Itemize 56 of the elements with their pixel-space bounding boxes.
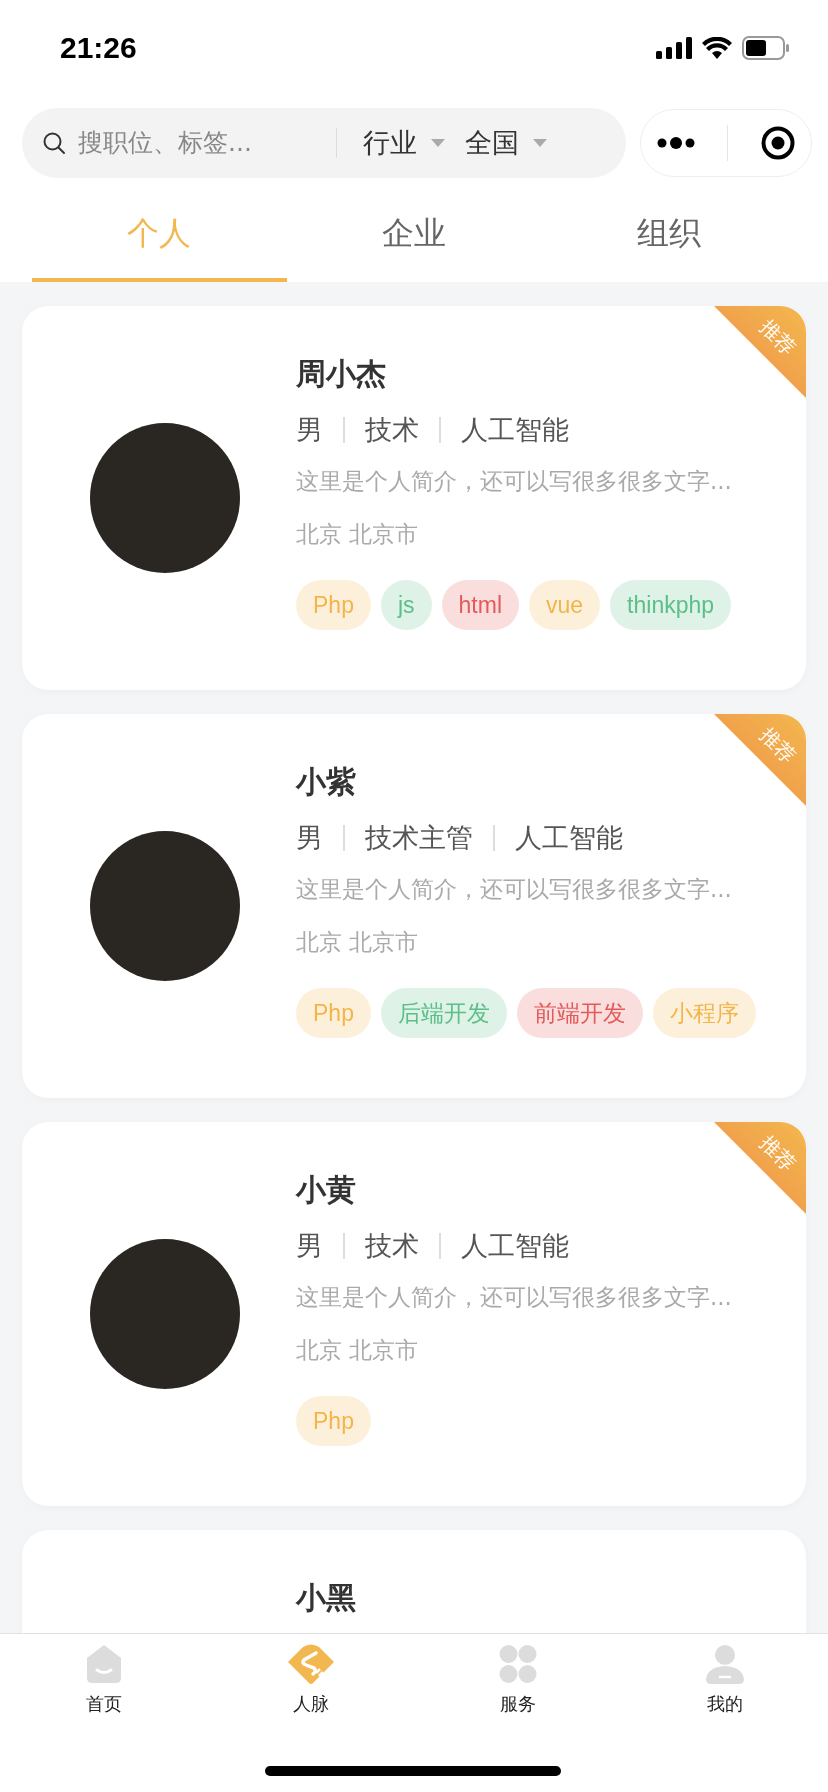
category-tab[interactable]: 组织	[541, 190, 796, 282]
person-attribute: 男	[296, 1229, 323, 1263]
search-field[interactable]: 搜职位、标签... 行业 全国	[22, 107, 626, 178]
person-attribute: 技术	[365, 1229, 419, 1263]
person-attribute: 人工智能	[461, 413, 569, 447]
person-intro: 这里是个人简介，还可以写很多很多文字...	[296, 467, 732, 496]
recommend-ribbon: 推荐	[714, 1122, 806, 1214]
recommend-ribbon: 推荐	[714, 306, 806, 398]
person-name: 小黄	[296, 1171, 356, 1209]
skill-tag: Php	[296, 1396, 371, 1446]
person-name: 小黑	[296, 1579, 356, 1617]
person-location: 北京 北京市	[296, 520, 419, 549]
person-name: 小紫	[296, 763, 356, 801]
person-attribute: 技术	[365, 413, 419, 447]
skill-tag: html	[441, 580, 519, 630]
person-location: 北京 北京市	[296, 928, 419, 957]
category-tab[interactable]: 企业	[286, 190, 542, 282]
person-attribute: 男	[296, 821, 323, 855]
person-card[interactable]: 小紫 男 技术主管 人工智能 这里是个人简介，还可以写很多很多文字... 北京 北京市 Php 后端开发 前端开发 小程序 推荐	[22, 714, 806, 1098]
nav-tab[interactable]: 首页	[0, 1634, 207, 1734]
skill-tag: 后端开发	[380, 988, 507, 1038]
skill-tag: js	[380, 580, 432, 630]
battery-icon	[742, 35, 790, 60]
skill-tag: Php	[296, 580, 371, 630]
person-location: 北京 北京市	[296, 1336, 419, 1365]
caret-icon	[533, 138, 547, 147]
skill-tag: Php	[296, 988, 371, 1038]
wifi-icon	[702, 36, 732, 59]
person-intro: 这里是个人简介，还可以写很多很多文字...	[296, 1283, 732, 1312]
person-attribute: 人工智能	[515, 821, 623, 855]
person-icon	[704, 1644, 745, 1684]
person-card[interactable]: 小黑	[22, 1530, 806, 1633]
nav-tab[interactable]: 人脉	[207, 1634, 414, 1734]
search-icon	[42, 130, 66, 155]
signal-icon	[656, 36, 692, 59]
more-icon[interactable]	[657, 136, 696, 149]
person-intro: 这里是个人简介，还可以写很多很多文字...	[296, 875, 732, 904]
recommend-ribbon: 推荐	[714, 714, 806, 806]
nav-tab[interactable]: 服务	[414, 1634, 621, 1734]
caret-icon	[431, 138, 445, 147]
skill-tag: thinkphp	[610, 580, 732, 630]
person-name: 周小杰	[296, 355, 386, 393]
nav-tab[interactable]: 我的	[621, 1634, 828, 1734]
skill-tag: 前端开发	[516, 988, 643, 1038]
grid-icon	[498, 1644, 537, 1684]
skill-tag: 小程序	[652, 988, 756, 1038]
person-card[interactable]: 小黄 男 技术 人工智能 这里是个人简介，还可以写很多很多文字... 北京 北京市 Php 推荐	[22, 1122, 806, 1506]
filter-dropdown[interactable]: 全国	[455, 124, 557, 161]
target-icon[interactable]	[760, 125, 795, 160]
person-attribute: 男	[296, 413, 323, 447]
skill-tag: vue	[529, 580, 601, 630]
person-attribute: 人工智能	[461, 1229, 569, 1263]
person-attribute: 技术主管	[365, 821, 473, 855]
person-card[interactable]: 周小杰 男 技术 人工智能 这里是个人简介，还可以写很多很多文字... 北京 北京市 Php js html vue thinkphp 推荐	[22, 306, 806, 690]
filter-dropdown[interactable]: 行业	[353, 124, 455, 161]
status-time: 21:26	[60, 30, 137, 65]
